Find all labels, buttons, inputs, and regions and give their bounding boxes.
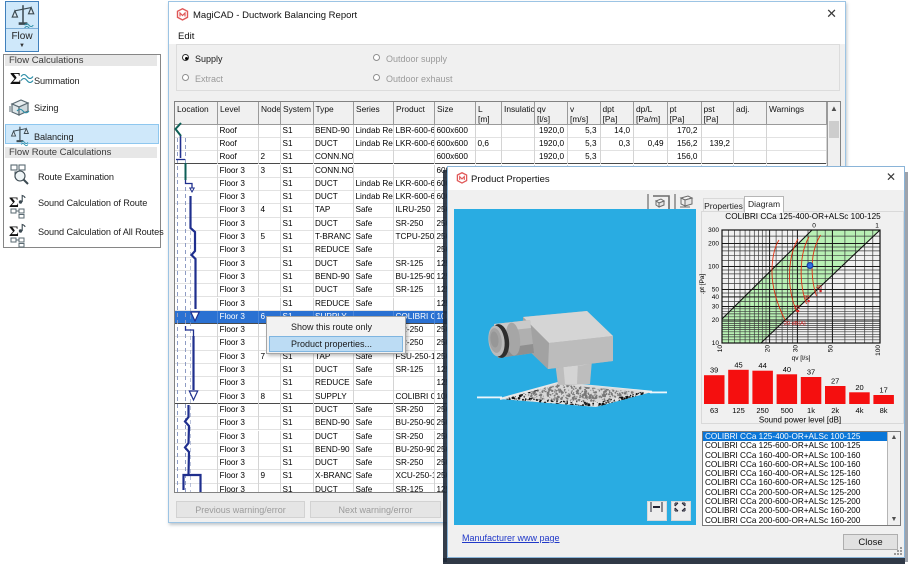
svg-text:4k: 4k	[856, 406, 864, 415]
svg-text:20: 20	[712, 317, 720, 324]
svg-text:37: 37	[807, 368, 815, 377]
svg-text:30: 30	[792, 345, 799, 353]
svg-text:100: 100	[875, 345, 882, 356]
svg-text:50: 50	[827, 345, 834, 353]
svg-text:35: 35	[804, 295, 810, 301]
svg-text:45: 45	[816, 285, 822, 291]
svg-text:44: 44	[758, 361, 766, 370]
svg-text:39: 39	[710, 366, 718, 375]
svg-text:20 dB(A): 20 dB(A)	[784, 321, 806, 327]
svg-text:1k: 1k	[807, 406, 815, 415]
svg-text:63: 63	[710, 406, 718, 415]
svg-text:27: 27	[831, 377, 839, 386]
svg-text:125: 125	[732, 406, 745, 415]
svg-text:qv [l/s]: qv [l/s]	[792, 355, 811, 362]
svg-text:10: 10	[717, 345, 724, 353]
svg-text:40: 40	[783, 365, 791, 374]
svg-text:0: 0	[812, 223, 816, 230]
svg-text:300: 300	[708, 227, 719, 234]
svg-text:100: 100	[708, 264, 719, 271]
svg-text:20: 20	[765, 345, 772, 353]
svg-text:20: 20	[855, 383, 863, 392]
svg-text:200: 200	[708, 241, 719, 248]
svg-text:500: 500	[781, 406, 794, 415]
svg-text:.pt [Pa]: .pt [Pa]	[699, 274, 706, 295]
svg-text:30: 30	[712, 304, 720, 311]
svg-text:1: 1	[875, 223, 879, 230]
svg-text:8k: 8k	[880, 406, 888, 415]
svg-text:COLIBRI CCa 125-400-OR+ALSc 10: COLIBRI CCa 125-400-OR+ALSc 100-125	[725, 212, 881, 221]
svg-text:17: 17	[879, 386, 887, 395]
svg-text:45: 45	[734, 360, 742, 369]
svg-text:2k: 2k	[831, 406, 839, 415]
svg-text:Sound power level [dB]: Sound power level [dB]	[759, 416, 841, 425]
svg-text:50: 50	[712, 287, 720, 294]
svg-text:250: 250	[756, 406, 769, 415]
svg-text:40: 40	[712, 294, 720, 301]
svg-text:25: 25	[794, 305, 800, 311]
